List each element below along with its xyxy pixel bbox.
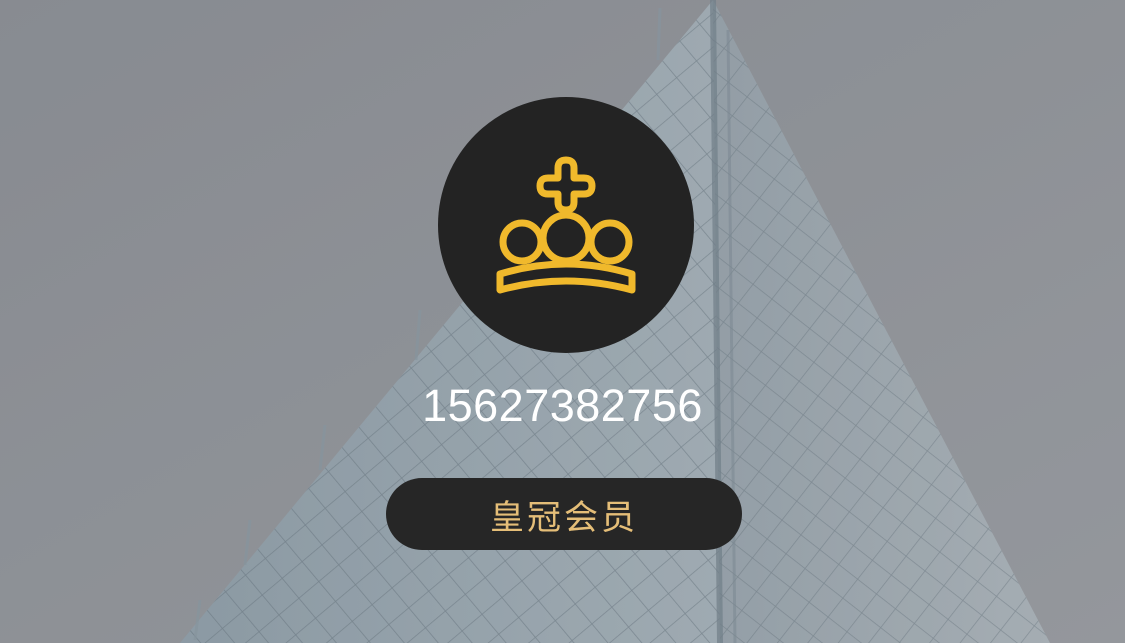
crown-icon	[496, 156, 636, 294]
phone-number: 15627382756	[422, 380, 703, 431]
membership-label: 皇冠会员	[490, 497, 638, 538]
profile-header: 15627382756 皇冠会员	[0, 0, 1125, 643]
avatar[interactable]	[438, 97, 694, 353]
membership-badge[interactable]: 皇冠会员	[386, 478, 742, 550]
